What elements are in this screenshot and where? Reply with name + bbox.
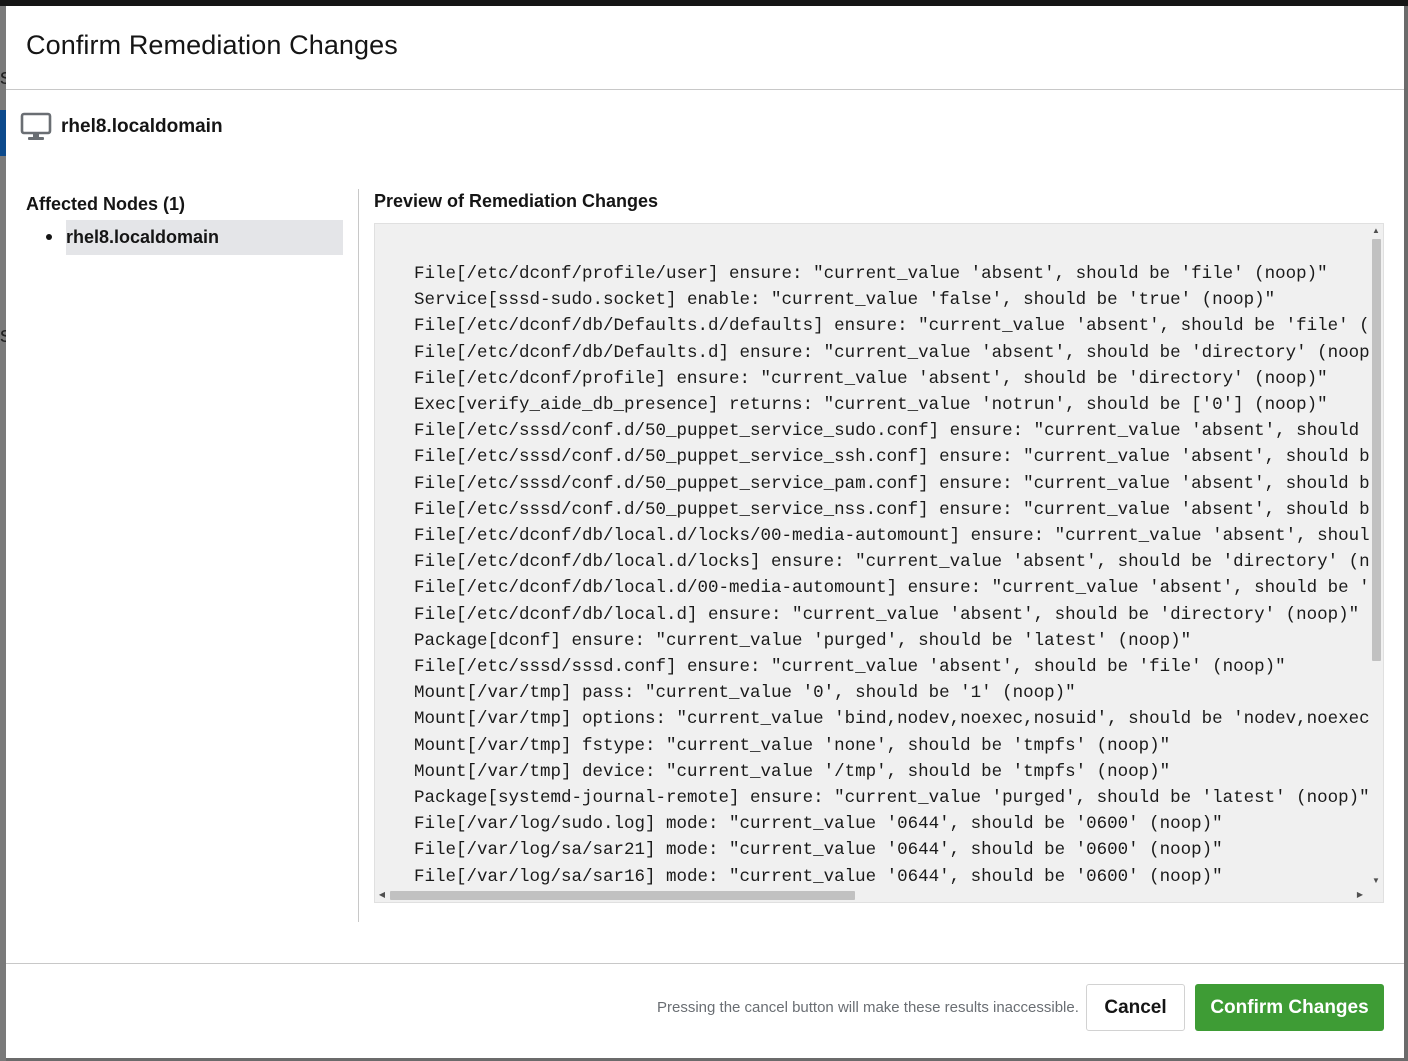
scroll-left-arrow-icon[interactable]: ◀: [376, 889, 388, 901]
code-line: File[/etc/dconf/db/local.d/locks] ensure…: [414, 552, 1369, 573]
affected-nodes-panel: Affected Nodes (1) rhel8.localdomain: [26, 192, 346, 255]
host-name: rhel8.localdomain: [61, 116, 223, 137]
code-line: File[/etc/dconf/db/local.d/locks/00-medi…: [414, 526, 1369, 547]
preview-code: File[/etc/dconf/profile/user] ensure: "c…: [414, 261, 1369, 885]
code-line: File[/etc/dconf/profile] ensure: "curren…: [414, 368, 1328, 389]
code-line: Mount[/var/tmp] fstype: "current_value '…: [414, 735, 1171, 756]
code-line: File[/var/log/sudo.log] mode: "current_v…: [414, 814, 1223, 835]
affected-node-label: rhel8.localdomain: [66, 227, 220, 247]
scroll-right-arrow-icon[interactable]: ▶: [1354, 889, 1366, 901]
code-line: Mount[/var/tmp] device: "current_value '…: [414, 761, 1171, 782]
scroll-up-arrow-icon[interactable]: ▲: [1371, 225, 1381, 237]
horizontal-scroll-thumb[interactable]: [390, 891, 855, 900]
affected-node-item[interactable]: rhel8.localdomain: [46, 220, 343, 255]
code-line: Exec[verify_aide_db_presence] returns: "…: [414, 395, 1328, 416]
code-line: Mount[/var/tmp] pass: "current_value '0'…: [414, 683, 1076, 704]
code-line: Mount[/var/tmp] options: "current_value …: [414, 709, 1369, 730]
confirm-changes-button[interactable]: Confirm Changes: [1195, 984, 1384, 1031]
modal-title: Confirm Remediation Changes: [26, 30, 398, 60]
horizontal-scrollbar[interactable]: ◀ ▶: [375, 888, 1369, 902]
code-line: File[/etc/dconf/db/local.d/00-media-auto…: [414, 578, 1369, 599]
code-line: File[/etc/dconf/db/Defaults.d/defaults] …: [414, 316, 1369, 337]
preview-code-panel[interactable]: File[/etc/dconf/profile/user] ensure: "c…: [374, 223, 1384, 903]
desktop-monitor-icon: [20, 112, 52, 142]
host-header: rhel8.localdomain: [20, 110, 223, 144]
scroll-down-arrow-icon[interactable]: ▼: [1371, 875, 1381, 887]
code-line: File[/etc/sssd/sssd.conf] ensure: "curre…: [414, 657, 1286, 678]
code-line: File[/var/log/sa/sar21] mode: "current_v…: [414, 840, 1223, 861]
affected-nodes-list: rhel8.localdomain: [26, 220, 346, 255]
footer-divider: [6, 963, 1404, 964]
vertical-scroll-thumb[interactable]: [1372, 239, 1381, 661]
cancel-warning-text: Pressing the cancel button will make the…: [657, 999, 1079, 1016]
code-line: File[/etc/sssd/conf.d/50_puppet_service_…: [414, 499, 1369, 520]
code-line: File[/var/log/sa/sar16] mode: "current_v…: [414, 866, 1223, 885]
vertical-scrollbar[interactable]: ▲ ▼: [1369, 224, 1383, 888]
code-line: Service[sssd-sudo.socket] enable: "curre…: [414, 290, 1276, 311]
code-line: File[/etc/dconf/db/Defaults.d] ensure: "…: [414, 342, 1369, 363]
code-line: File[/etc/dconf/profile/user] ensure: "c…: [414, 264, 1328, 284]
code-line: File[/etc/dconf/db/local.d] ensure: "cur…: [414, 604, 1360, 625]
cancel-button[interactable]: Cancel: [1086, 984, 1185, 1031]
affected-nodes-heading: Affected Nodes (1): [26, 194, 186, 214]
code-line: File[/etc/sssd/conf.d/50_puppet_service_…: [414, 447, 1369, 468]
preview-heading: Preview of Remediation Changes: [374, 191, 659, 211]
confirm-remediation-modal: Confirm Remediation Changes rhel8.locald…: [6, 6, 1404, 1058]
list-bullet: [46, 234, 52, 240]
column-divider: [358, 189, 359, 922]
code-line: Package[systemd-journal-remote] ensure: …: [414, 788, 1369, 809]
title-divider: [6, 89, 1404, 90]
code-line: Package[dconf] ensure: "current_value 'p…: [414, 630, 1192, 651]
code-line: File[/etc/sssd/conf.d/50_puppet_service_…: [414, 421, 1360, 442]
code-line: File[/etc/sssd/conf.d/50_puppet_service_…: [414, 473, 1369, 494]
